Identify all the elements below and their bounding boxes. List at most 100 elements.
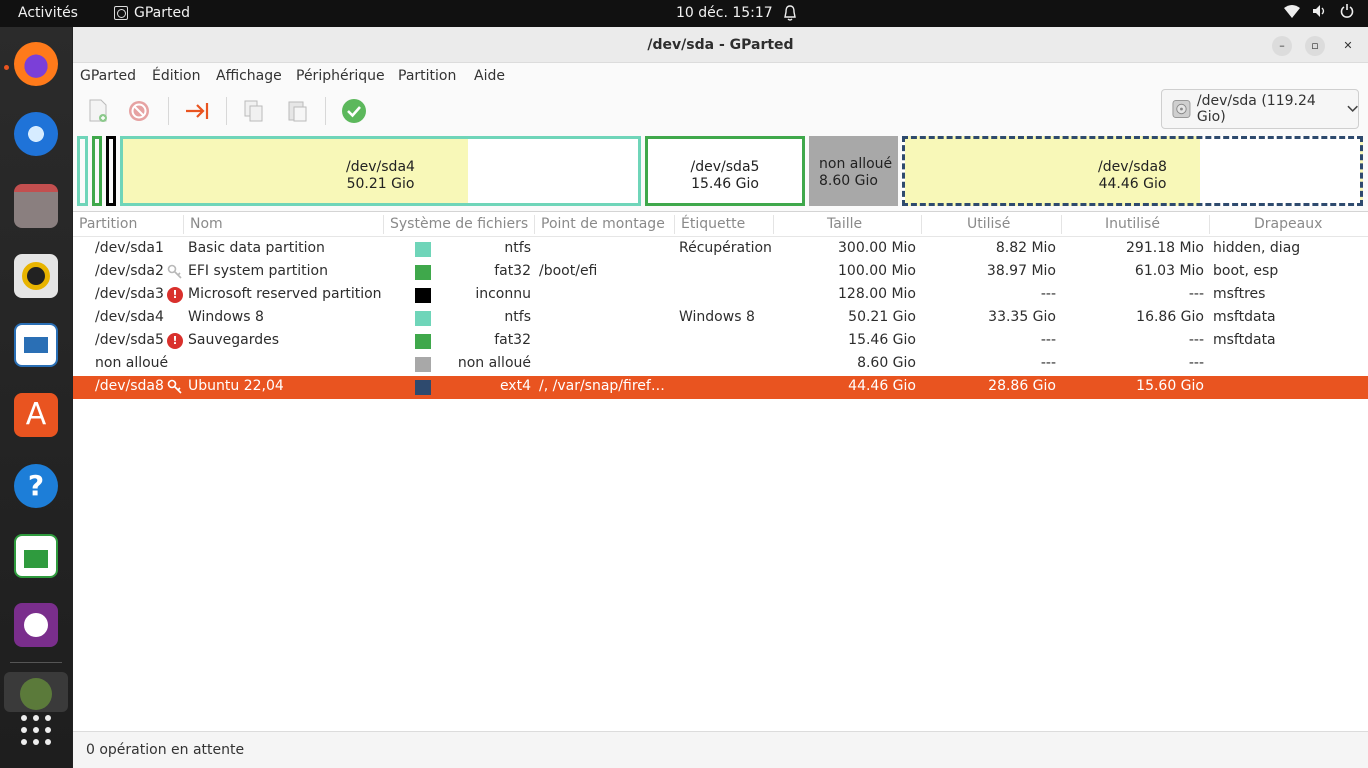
writer-glyph [24, 337, 48, 353]
col-label[interactable]: Étiquette [681, 216, 745, 232]
files-icon[interactable] [14, 184, 58, 228]
help-icon[interactable]: ? [14, 464, 58, 508]
thunderbird-icon[interactable] [14, 112, 58, 156]
col-taille[interactable]: Taille [827, 216, 862, 232]
menu-edition[interactable]: Édition [152, 68, 200, 84]
writer-icon[interactable] [14, 323, 58, 367]
menu-aide[interactable]: Aide [474, 68, 505, 84]
apply-button[interactable] [339, 97, 369, 125]
disk-map-sda1[interactable] [77, 136, 88, 206]
cell-nom: Basic data partition [188, 240, 325, 256]
disk-map-sda4[interactable]: /dev/sda4 50.21 Gio [120, 136, 641, 206]
keepass-icon[interactable] [14, 603, 58, 647]
toolbar-separator [168, 97, 169, 125]
disk-map-sda3[interactable] [106, 136, 116, 206]
mounted-key-icon[interactable] [167, 264, 183, 280]
resize-move-button[interactable] [182, 97, 212, 125]
disk-map-sda8[interactable]: /dev/sda8 44.46 Gio [902, 136, 1363, 206]
table-row[interactable]: /dev/sda5 Sauvegardes fat32 15.46 Gio --- ---… [73, 330, 1368, 353]
resize-move-icon [186, 103, 209, 119]
cell-taille: 50.21 Gio [848, 309, 916, 325]
menu-gparted[interactable]: GParted [80, 68, 136, 84]
column-separator [1209, 215, 1210, 234]
app-menu[interactable]: GParted [114, 5, 190, 21]
gparted-icon[interactable] [4, 672, 68, 712]
filesystem-color-swatch [415, 265, 431, 280]
mounted-key-icon[interactable] [167, 379, 183, 395]
maximize-button[interactable]: ▫ [1305, 36, 1325, 56]
cell-fs: ntfs [504, 240, 531, 256]
disk-map-sda5[interactable]: /dev/sda5 15.46 Gio [645, 136, 805, 206]
col-utilise[interactable]: Utilisé [967, 216, 1010, 232]
disk-map: /dev/sda4 50.21 Gio /dev/sda5 15.46 Gio … [73, 133, 1368, 211]
delete-partition-button[interactable] [124, 97, 154, 125]
clock[interactable]: 10 déc. 15:17 [676, 5, 773, 21]
cell-flags: hidden, diag [1213, 240, 1301, 256]
gparted-small-icon [114, 6, 128, 20]
cell-fs: non alloué [457, 355, 531, 371]
filesystem-color-swatch [415, 380, 431, 395]
disk-map-sda4-label: /dev/sda4 50.21 Gio [346, 159, 415, 192]
col-fs[interactable]: Système de fichiers [390, 216, 528, 232]
table-row[interactable]: /dev/sda8 Ubuntu 22,04 ext4 /, /var/snap/fi… [73, 376, 1368, 399]
col-partition[interactable]: Partition [79, 216, 137, 232]
calc-icon[interactable] [14, 534, 58, 578]
table-row[interactable]: /dev/sda3 Microsoft reserved partition inc… [73, 284, 1368, 307]
column-separator [1061, 215, 1062, 234]
cell-label: Windows 8 [679, 309, 755, 325]
filesystem-color-swatch [415, 242, 431, 257]
new-partition-button[interactable] [83, 97, 113, 125]
device-selector[interactable]: /dev/sda (119.24 Gio) [1161, 89, 1359, 129]
cell-utilise: --- [1040, 355, 1056, 371]
system-tray[interactable] [1284, 4, 1354, 18]
cell-nom: Ubuntu 22,04 [188, 378, 284, 394]
minimize-button[interactable]: – [1272, 36, 1292, 56]
cell-taille: 44.46 Gio [848, 378, 916, 394]
disk-icon [1172, 100, 1191, 118]
copy-icon [244, 100, 263, 122]
filesystem-color-swatch [415, 357, 431, 372]
power-icon [1340, 4, 1354, 18]
cell-mount: /boot/efi [539, 263, 598, 279]
activities-button[interactable]: Activités [18, 5, 78, 21]
disk-map-sda2[interactable] [92, 136, 102, 206]
menu-peripherique[interactable]: Périphérique [296, 68, 385, 84]
menu-partition[interactable]: Partition [398, 68, 456, 84]
chevron-down-icon [1347, 105, 1358, 112]
disk-map-unallocated[interactable]: non alloué 8.60 Gio [809, 136, 898, 206]
close-button[interactable]: ✕ [1338, 36, 1358, 56]
col-drapeaux[interactable]: Drapeaux [1254, 216, 1322, 232]
table-row[interactable]: /dev/sda1 Basic data partition ntfs Récupér… [73, 238, 1368, 261]
cell-mount: /, /var/snap/firef… [539, 378, 665, 394]
cell-fs: inconnu [475, 286, 531, 302]
new-partition-icon [89, 99, 107, 122]
app-menu-label: GParted [134, 5, 190, 21]
copy-button[interactable] [239, 97, 269, 125]
cell-flags: msftres [1213, 286, 1266, 302]
cell-inutilise: 61.03 Mio [1134, 263, 1204, 279]
app-grid-icon[interactable] [20, 714, 52, 746]
table-row[interactable]: /dev/sda4 Windows 8 ntfs Windows 8 50.21 Gio… [73, 307, 1368, 330]
col-mount[interactable]: Point de montage [541, 216, 665, 232]
firefox-icon[interactable] [14, 42, 58, 86]
cell-taille: 300.00 Mio [838, 240, 916, 256]
cell-partition: /dev/sda8 [95, 378, 164, 394]
rhythmbox-disc [22, 262, 50, 290]
gparted-window: /dev/sda - GParted – ▫ ✕ GParted Édition… [73, 27, 1368, 768]
cell-fs: ext4 [499, 378, 531, 394]
table-row[interactable]: /dev/sda2 EFI system partition fat32/boot/… [73, 261, 1368, 284]
title-bar[interactable]: /dev/sda - GParted – ▫ ✕ [73, 27, 1368, 63]
disk-map-unallocated-label: non alloué 8.60 Gio [819, 156, 893, 189]
menu-affichage[interactable]: Affichage [216, 68, 282, 84]
column-separator [921, 215, 922, 234]
rhythmbox-icon[interactable] [14, 254, 58, 298]
app-center-icon[interactable]: A [14, 393, 58, 437]
dock-separator [10, 662, 62, 663]
cell-partition: non alloué [95, 355, 169, 371]
paste-button[interactable] [282, 97, 312, 125]
col-nom[interactable]: Nom [190, 216, 223, 232]
warning-icon[interactable]: ! [167, 287, 183, 303]
table-row[interactable]: non alloué non alloué 8.60 Gio --- --- [73, 353, 1368, 376]
col-inutilise[interactable]: Inutilisé [1105, 216, 1160, 232]
warning-icon[interactable]: ! [167, 333, 183, 349]
